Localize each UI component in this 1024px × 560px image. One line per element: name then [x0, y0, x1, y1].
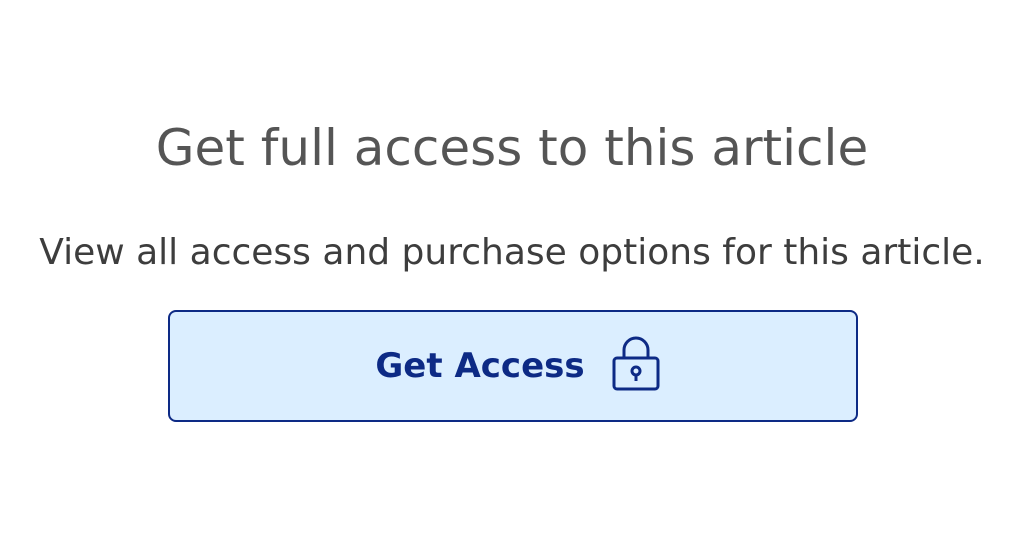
paywall-description: View all access and purchase options for…: [39, 232, 985, 273]
paywall-panel: Get full access to this article View all…: [0, 0, 1024, 560]
get-access-button[interactable]: Get Access: [168, 310, 858, 422]
get-access-label: Get Access: [375, 346, 585, 386]
lock-icon: [609, 334, 663, 392]
paywall-heading: Get full access to this article: [155, 119, 869, 177]
